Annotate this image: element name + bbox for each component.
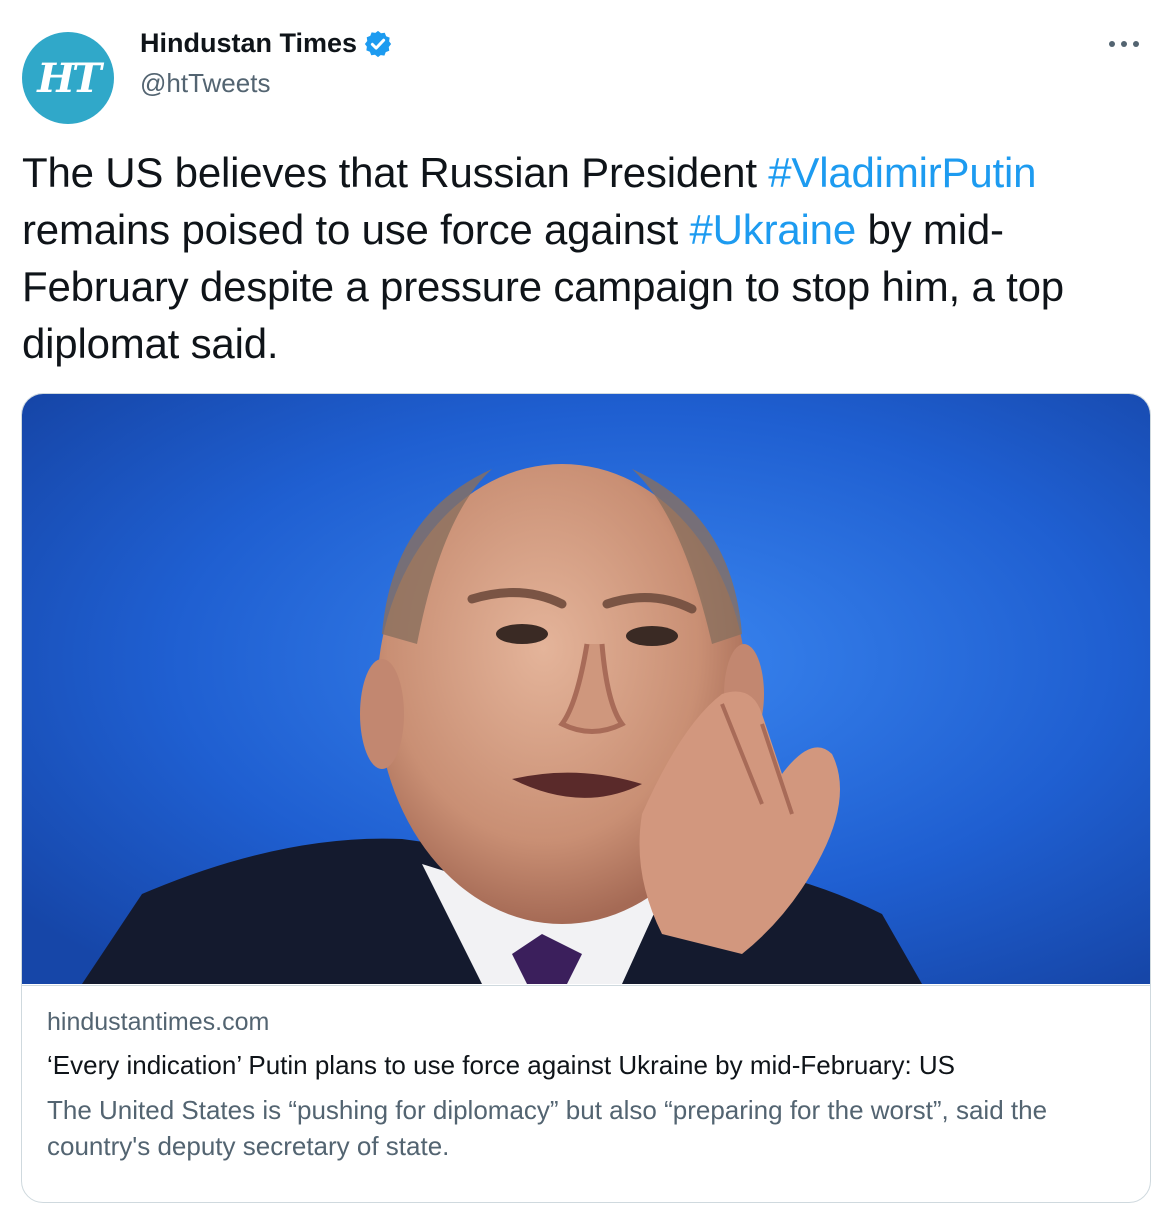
avatar[interactable]: HT [22,32,114,124]
avatar-logo-text: HT [37,54,102,102]
tweet-header: HT Hindustan Times @htTweets [22,24,1146,124]
link-preview-card[interactable]: hindustantimes.com ‘Every indication’ Pu… [21,393,1151,1203]
tweet-text-part: remains poised to use force against [22,206,690,253]
author-display-name[interactable]: Hindustan Times [140,28,357,59]
card-domain: hindustantimes.com [47,1008,270,1036]
tweet-text: The US believes that Russian President #… [22,144,1146,372]
author-name-row: Hindustan Times [140,28,393,59]
card-description: The United States is “pushing for diplom… [47,1095,1048,1161]
card-title[interactable]: ‘Every indication’ Putin plans to use fo… [47,1050,955,1081]
author-handle[interactable]: @htTweets [140,68,270,99]
verified-badge-icon [364,30,392,57]
tweet-text-part: The US believes that Russian President [22,149,769,196]
card-info: hindustantimes.com ‘Every indication’ Pu… [22,985,1150,1202]
hashtag-link[interactable]: #VladimirPutin [768,149,1036,196]
more-options-icon[interactable] [1106,32,1142,56]
card-image [22,394,1150,984]
hashtag-link[interactable]: #Ukraine [690,206,857,253]
